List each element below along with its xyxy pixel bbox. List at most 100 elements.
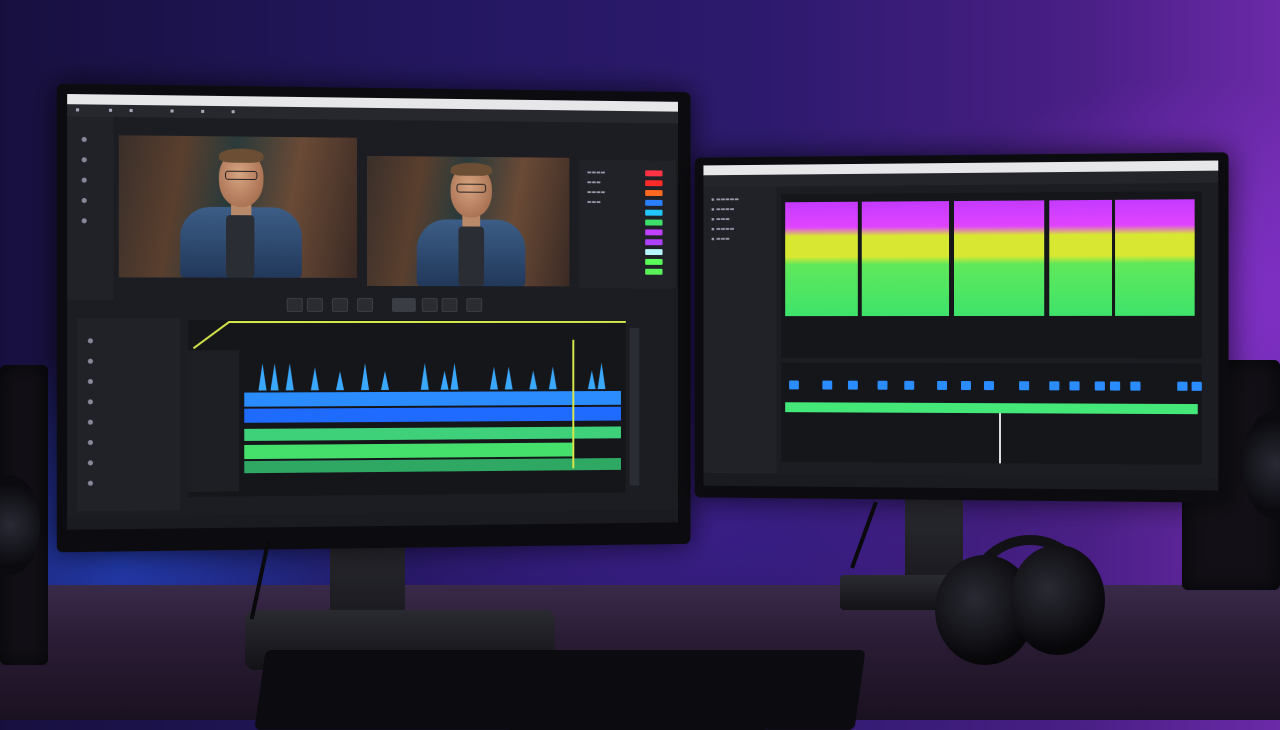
menu-item[interactable]: ▪ bbox=[129, 107, 133, 114]
tool-icon[interactable] bbox=[81, 197, 87, 204]
color-swatch[interactable] bbox=[645, 268, 663, 275]
midi-clip[interactable] bbox=[1094, 381, 1105, 391]
browser-item[interactable]: ▪ ▬▬▬ bbox=[711, 216, 730, 222]
play-button[interactable] bbox=[391, 298, 416, 313]
audio-region[interactable] bbox=[861, 201, 950, 317]
color-swatch[interactable] bbox=[645, 190, 663, 197]
audio-region[interactable] bbox=[785, 201, 858, 317]
midi-clip[interactable] bbox=[1019, 381, 1030, 391]
color-swatch[interactable] bbox=[645, 180, 663, 187]
timeline-panel[interactable] bbox=[188, 319, 626, 497]
minimize-button[interactable] bbox=[639, 101, 651, 111]
effects-panel: ▬▬▬▬ ▬▬▬ ▬▬▬▬ ▬▬▬ bbox=[579, 159, 677, 289]
hair bbox=[218, 148, 264, 163]
maximize-button[interactable] bbox=[653, 102, 665, 112]
bin-icon[interactable] bbox=[87, 480, 93, 486]
keyframe-line[interactable] bbox=[188, 320, 625, 350]
color-swatch[interactable] bbox=[645, 219, 663, 226]
bin-icon[interactable] bbox=[87, 399, 93, 405]
headphones bbox=[895, 535, 1135, 675]
waveform-peak bbox=[587, 370, 596, 390]
menu-item[interactable]: ▪ bbox=[108, 107, 112, 114]
arrangement-view[interactable] bbox=[781, 362, 1202, 465]
menu-item[interactable]: ▪ bbox=[231, 108, 235, 115]
transport-button[interactable] bbox=[306, 297, 323, 312]
tool-icon[interactable] bbox=[81, 177, 87, 183]
program-viewer[interactable] bbox=[367, 155, 570, 287]
transport-button[interactable] bbox=[421, 298, 438, 313]
audio-track-1[interactable] bbox=[244, 426, 621, 441]
color-swatch[interactable] bbox=[645, 239, 663, 246]
color-swatch[interactable] bbox=[645, 249, 663, 256]
menu-item[interactable]: ▪ bbox=[201, 108, 205, 115]
automation-lane[interactable] bbox=[785, 402, 1198, 415]
playhead[interactable] bbox=[998, 413, 1002, 464]
effect-list-item[interactable]: ▬▬▬ bbox=[587, 180, 601, 186]
tool-icon[interactable] bbox=[81, 218, 87, 224]
audio-region[interactable] bbox=[1049, 199, 1113, 316]
browser-item[interactable]: ▪ ▬▬▬▬ bbox=[711, 207, 734, 213]
tool-icon[interactable] bbox=[81, 136, 87, 143]
effect-list-item[interactable]: ▬▬▬▬ bbox=[587, 170, 605, 176]
midi-clip[interactable] bbox=[960, 381, 971, 391]
color-swatch[interactable] bbox=[645, 229, 663, 236]
ear-cup bbox=[1010, 545, 1105, 655]
midi-clip[interactable] bbox=[822, 380, 833, 390]
bin-icon[interactable] bbox=[87, 379, 93, 385]
color-swatch[interactable] bbox=[645, 170, 663, 177]
color-swatch[interactable] bbox=[645, 209, 663, 216]
midi-clip[interactable] bbox=[847, 380, 858, 390]
playhead[interactable] bbox=[572, 339, 575, 469]
midi-clip[interactable] bbox=[937, 380, 948, 390]
close-button[interactable] bbox=[666, 102, 678, 112]
waveform-peak bbox=[490, 366, 498, 390]
midi-clip[interactable] bbox=[1049, 381, 1060, 391]
transport-button[interactable] bbox=[441, 298, 458, 313]
waveform-peak bbox=[450, 362, 459, 390]
transport-button[interactable] bbox=[286, 297, 303, 312]
transport-button[interactable] bbox=[331, 297, 349, 312]
waveform-peak bbox=[360, 362, 369, 390]
source-viewer[interactable] bbox=[118, 135, 358, 278]
bin-icon[interactable] bbox=[87, 419, 93, 425]
bin-icon[interactable] bbox=[87, 358, 93, 364]
midi-clip[interactable] bbox=[1130, 381, 1141, 391]
effect-list-item[interactable]: ▬▬▬▬ bbox=[587, 190, 605, 196]
transport-button[interactable] bbox=[466, 298, 483, 313]
audio-editor-screen: ▪ ▬▬▬▬▬ ▪ ▬▬▬▬ ▪ ▬▬▬ ▪ ▬▬▬▬ ▪ ▬▬▬ bbox=[703, 160, 1219, 491]
midi-clip[interactable] bbox=[904, 380, 915, 390]
video-track-1[interactable] bbox=[244, 390, 621, 407]
color-swatch[interactable] bbox=[645, 258, 663, 265]
bin-icon[interactable] bbox=[87, 338, 93, 344]
video-track-2[interactable] bbox=[244, 406, 621, 423]
browser-item[interactable]: ▪ ▬▬▬▬ bbox=[711, 226, 734, 232]
tool-icon[interactable] bbox=[81, 157, 87, 163]
presenter-figure bbox=[180, 146, 302, 278]
menu-item[interactable]: ▪ bbox=[75, 106, 79, 113]
bin-icon[interactable] bbox=[87, 440, 93, 446]
waveform-peak bbox=[504, 366, 513, 390]
effect-list-item[interactable]: ▬▬▬ bbox=[587, 199, 601, 205]
color-swatch[interactable] bbox=[645, 199, 663, 206]
audio-track-2[interactable] bbox=[244, 442, 573, 460]
hair bbox=[450, 162, 492, 176]
midi-clip[interactable] bbox=[983, 381, 994, 391]
menu-item[interactable]: ▪ bbox=[170, 107, 174, 114]
midi-clip[interactable] bbox=[877, 380, 888, 390]
waveform-peak bbox=[335, 370, 344, 390]
midi-clip[interactable] bbox=[1177, 381, 1188, 391]
bin-icon[interactable] bbox=[87, 460, 93, 466]
midi-clip[interactable] bbox=[1109, 381, 1121, 391]
transport-button[interactable] bbox=[357, 297, 374, 312]
left-speaker bbox=[0, 365, 48, 665]
browser-item[interactable]: ▪ ▬▬▬ bbox=[711, 236, 730, 242]
vertical-scrollbar[interactable] bbox=[629, 327, 640, 486]
midi-clip[interactable] bbox=[1191, 381, 1202, 391]
browser-item[interactable]: ▪ ▬▬▬▬▬ bbox=[711, 197, 739, 203]
audio-track-3[interactable] bbox=[244, 458, 621, 474]
audio-region[interactable] bbox=[1115, 199, 1195, 316]
spectral-view[interactable] bbox=[781, 191, 1202, 359]
audio-region[interactable] bbox=[954, 200, 1045, 317]
midi-clip[interactable] bbox=[789, 380, 799, 390]
midi-clip[interactable] bbox=[1069, 381, 1080, 391]
